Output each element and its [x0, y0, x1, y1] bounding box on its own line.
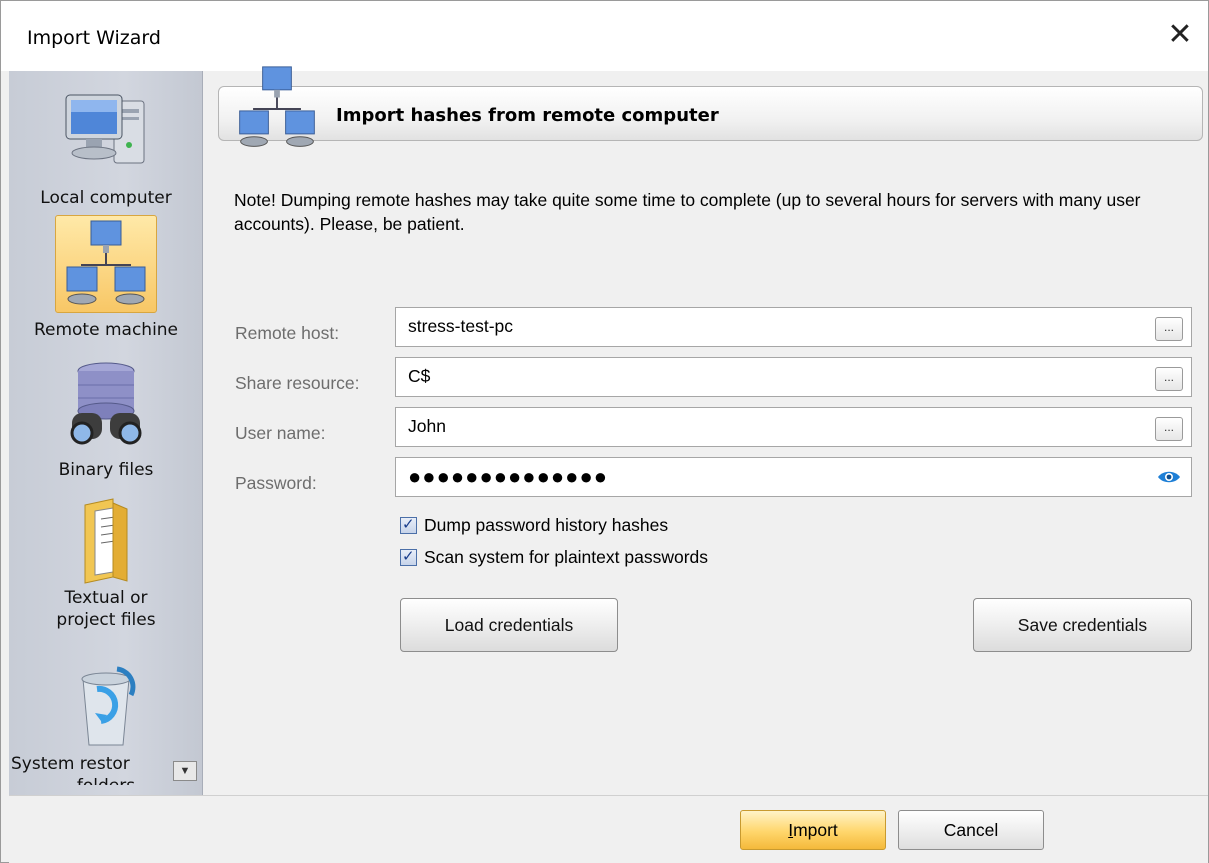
- password-label: Password:: [235, 473, 317, 493]
- import-button[interactable]: Import: [740, 810, 886, 850]
- cancel-button[interactable]: Cancel: [898, 810, 1044, 850]
- close-icon[interactable]: ✕: [1160, 15, 1200, 55]
- user-name-browse-button[interactable]: ...: [1155, 417, 1183, 441]
- share-resource-field[interactable]: C$ ...: [395, 357, 1192, 397]
- sidebar-item-remote-machine[interactable]: [9, 219, 202, 311]
- user-name-label: User name:: [235, 423, 326, 443]
- sidebar-scroll-down-button[interactable]: ▼: [173, 761, 197, 781]
- sidebar-item-textual-project-files[interactable]: Textual or project files: [9, 497, 202, 631]
- network-computers-icon: [66, 220, 146, 305]
- sidebar-item-remote-machine-label-wrap: Remote machine: [9, 319, 202, 341]
- eye-icon[interactable]: [1157, 469, 1181, 485]
- share-resource-browse-button[interactable]: ...: [1155, 367, 1183, 391]
- network-computers-icon: [239, 66, 315, 147]
- computer-icon: [65, 94, 145, 164]
- source-sidebar: Local computer Remote machine Binary fil…: [9, 71, 203, 795]
- database-binoculars-icon: [70, 362, 142, 445]
- share-resource-label: Share resource:: [235, 373, 360, 393]
- section-title: Import hashes from remote computer: [336, 105, 719, 126]
- remote-host-browse-button[interactable]: ...: [1155, 317, 1183, 341]
- scan-plaintext-label: Scan system for plaintext passwords: [424, 547, 709, 567]
- remote-host-field[interactable]: stress-test-pc ...: [395, 307, 1192, 347]
- remote-host-label: Remote host:: [235, 323, 340, 343]
- password-value: ●●●●●●●●●●●●●●: [408, 464, 609, 489]
- user-name-value: John: [408, 416, 446, 436]
- title-bar: Import Wizard ✕: [1, 1, 1208, 71]
- dump-history-checkbox[interactable]: Dump password history hashes: [400, 515, 668, 536]
- remote-host-value: stress-test-pc: [408, 316, 514, 336]
- save-credentials-button[interactable]: Save credentials: [973, 598, 1192, 652]
- import-button-label: mport: [793, 820, 838, 840]
- load-credentials-button[interactable]: Load credentials: [400, 598, 618, 652]
- note-text: Note! Dumping remote hashes may take qui…: [234, 190, 1141, 234]
- sidebar-item-label: Local computer: [40, 188, 172, 208]
- checkbox-checked-icon[interactable]: [400, 515, 417, 534]
- sidebar-item-local-computer[interactable]: Local computer: [9, 85, 202, 209]
- share-resource-value: C$: [408, 366, 431, 386]
- checkbox-checked-icon[interactable]: [400, 547, 417, 566]
- main-panel: Import hashes from remote computer Note!…: [204, 66, 1208, 795]
- sidebar-item-label-line2: project files: [56, 610, 156, 630]
- dump-history-label: Dump password history hashes: [424, 515, 669, 535]
- sidebar-item-label: Textual or: [64, 588, 148, 608]
- user-name-field[interactable]: John ...: [395, 407, 1192, 447]
- folder-document-icon: [84, 498, 128, 584]
- password-field[interactable]: ●●●●●●●●●●●●●●: [395, 457, 1192, 497]
- import-wizard-window: Import Wizard ✕ Local computer Remote ma…: [0, 0, 1209, 863]
- sidebar-item-label: Binary files: [58, 460, 154, 480]
- recycle-bin-icon: [81, 666, 136, 746]
- sidebar-item-label: Remote machine: [33, 320, 179, 340]
- sidebar-item-binary-files[interactable]: Binary files: [9, 361, 202, 481]
- window-title: Import Wizard: [27, 27, 161, 49]
- scan-plaintext-checkbox[interactable]: Scan system for plaintext passwords: [400, 547, 708, 568]
